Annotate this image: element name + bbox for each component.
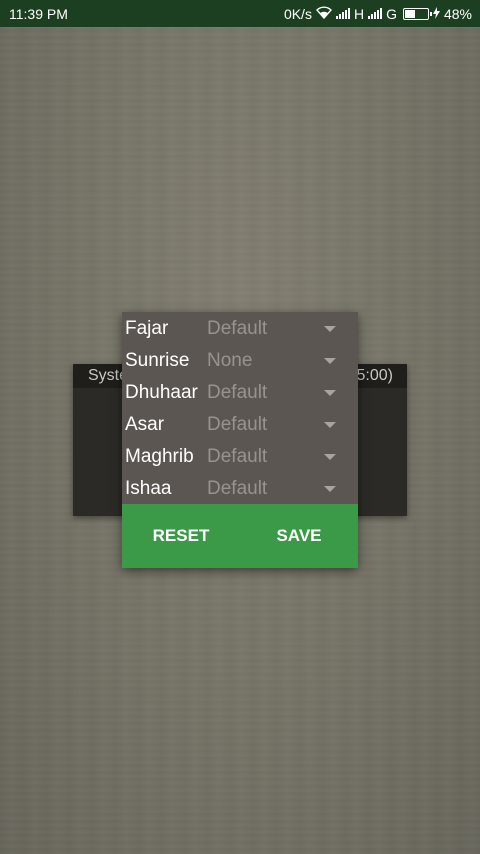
reset-button[interactable]: RESET [122,504,240,568]
battery-fill [404,9,416,18]
status-indicators: 0K/s H G 48% [284,6,472,21]
dropdown-arrow-icon [324,486,336,492]
dropdown-value: Default [207,478,268,499]
signal-icon-2 [368,8,383,19]
dropdown-value: Default [207,414,268,435]
status-bar: 11:39 PM 0K/s H G 48% [0,0,480,27]
dialog-footer: RESET SAVE [122,504,358,568]
network-speed: 0K/s [283,5,312,22]
status-time: 11:39 PM [9,5,68,22]
row-fajar: Fajar Default [122,313,358,345]
fajar-dropdown[interactable]: Default [207,318,358,340]
charging-icon [432,6,440,21]
dropdown-arrow-icon [324,422,336,428]
dropdown-value: None [207,350,253,371]
maghrib-dropdown[interactable]: Default [207,446,358,468]
row-label: Fajar [125,318,169,339]
row-asar: Asar Default [122,409,358,441]
dropdown-value: Default [207,446,268,467]
dropdown-arrow-icon [324,326,336,332]
asar-dropdown[interactable]: Default [207,414,358,436]
row-label: Asar [125,414,165,435]
row-ishaa: Ishaa Default [122,473,358,505]
dropdown-value: Default [207,382,268,403]
dropdown-arrow-icon [324,390,336,396]
dropdown-arrow-icon [324,358,336,364]
row-label: Dhuhaar [125,382,198,403]
dropdown-value: Default [207,318,268,339]
dhuhaar-dropdown[interactable]: Default [207,382,358,404]
row-maghrib: Maghrib Default [122,441,358,473]
prayer-rows: Fajar Default Sunrise None Dhuhaar Defau… [122,312,358,505]
sunrise-dropdown[interactable]: None [207,350,358,372]
battery-percent: 48% [443,5,472,22]
background-card-title-right: 5:00) [356,367,393,384]
row-dhuhaar: Dhuhaar Default [122,377,358,409]
network-type-h: H [353,5,365,22]
dropdown-arrow-icon [324,454,336,460]
ishaa-dropdown[interactable]: Default [207,478,358,500]
prayer-settings-dialog: Fajar Default Sunrise None Dhuhaar Defau… [122,312,358,568]
row-label: Maghrib [125,446,194,467]
battery-icon [402,7,432,20]
signal-icon [335,8,350,19]
network-type-g: G [386,5,397,22]
row-label: Sunrise [125,350,190,371]
row-sunrise: Sunrise None [122,345,358,377]
save-button[interactable]: SAVE [240,504,358,568]
wifi-icon [315,6,332,21]
row-label: Ishaa [125,478,172,499]
